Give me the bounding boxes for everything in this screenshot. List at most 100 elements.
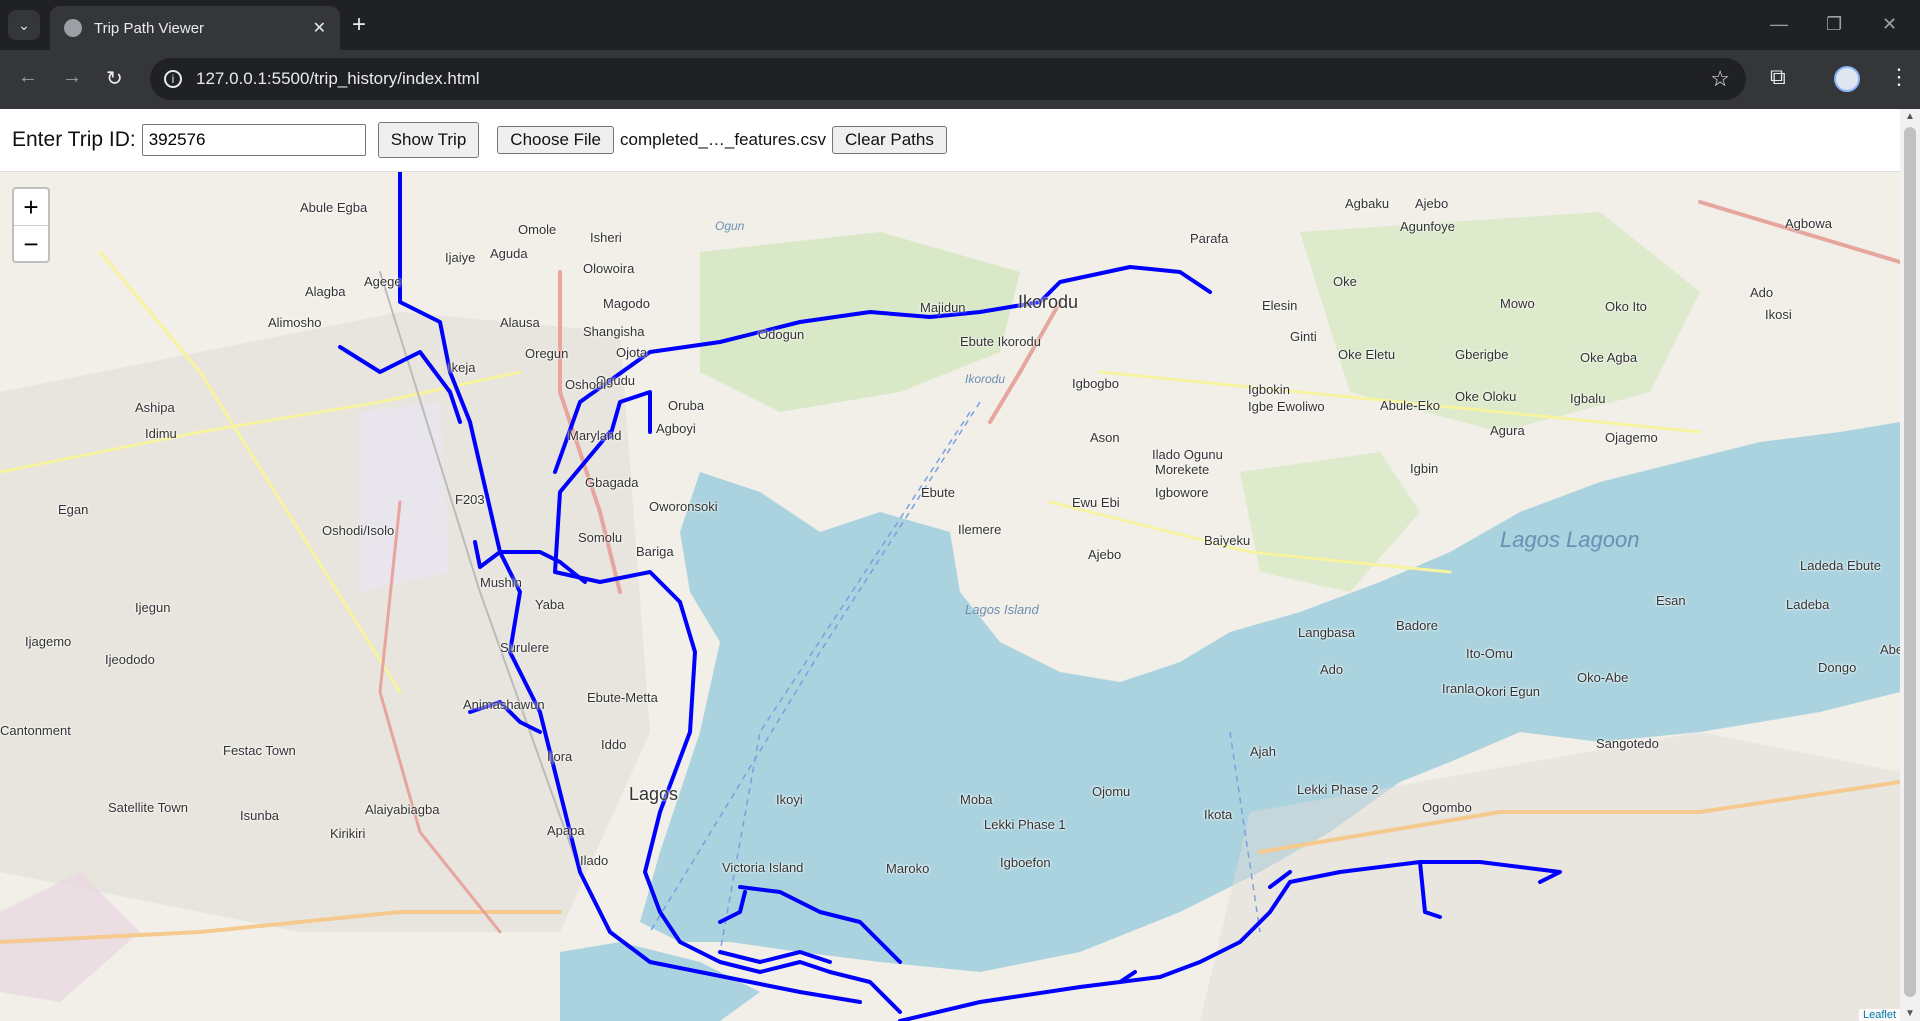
place-label: Lekki Phase 1 xyxy=(984,817,1066,832)
site-info-icon[interactable]: i xyxy=(164,70,182,88)
browser-tab[interactable]: Trip Path Viewer ✕ xyxy=(50,6,340,50)
place-label: Sangotedo xyxy=(1596,736,1659,751)
place-label: Okori Egun xyxy=(1475,684,1541,699)
place-label: Agura xyxy=(1490,423,1525,438)
scroll-down-icon[interactable]: ▼ xyxy=(1905,1008,1915,1019)
place-label: Shangisha xyxy=(583,324,645,339)
back-icon[interactable]: ← xyxy=(18,66,38,89)
url-text[interactable]: 127.0.0.1:5500/trip_history/index.html xyxy=(196,69,1710,89)
urban-area xyxy=(0,312,650,932)
chevron-down-icon: ⌄ xyxy=(18,16,30,33)
place-label: Alaiyabiagba xyxy=(365,802,440,817)
place-label: Cantonment xyxy=(0,723,71,738)
web-page: Enter Trip ID: Show Trip Choose File com… xyxy=(0,109,1920,1021)
zoom-out-button[interactable]: − xyxy=(14,226,48,262)
place-label: Oshodi/Isolo xyxy=(322,523,395,538)
place-label: Ado xyxy=(1750,285,1774,300)
page-scrollbar[interactable]: ▲ ▼ xyxy=(1900,109,1920,1021)
scroll-thumb[interactable] xyxy=(1904,127,1916,997)
place-label: Ewu Ebi xyxy=(1072,495,1120,510)
zoom-in-button[interactable]: + xyxy=(14,189,48,226)
place-label: Agbaku xyxy=(1345,196,1390,211)
place-label: Ikota xyxy=(1204,807,1233,822)
place-label: Maroko xyxy=(886,861,930,876)
place-label: Oke Oloku xyxy=(1455,389,1517,404)
place-label: Igbogbo xyxy=(1072,376,1119,391)
new-tab-button[interactable]: + xyxy=(352,12,366,38)
place-label: Ijagemo xyxy=(25,634,72,649)
trip-controls: Enter Trip ID: Show Trip Choose File com… xyxy=(0,109,1900,172)
place-label: Festac Town xyxy=(223,743,296,758)
place-label: Ason xyxy=(1090,430,1120,445)
place-label: Esan xyxy=(1656,593,1686,608)
place-label: Agboyi xyxy=(656,421,696,436)
place-label: Ijegun xyxy=(135,600,171,615)
place-label: Badore xyxy=(1396,618,1438,633)
browser-toolbar: ← → ↻ i 127.0.0.1:5500/trip_history/inde… xyxy=(0,50,1920,109)
place-label: Elesin xyxy=(1262,298,1298,313)
place-label: Ijaiye xyxy=(445,250,476,265)
place-label: Ilemere xyxy=(958,522,1002,537)
tab-strip: ⌄ Trip Path Viewer ✕ + — ❐ ✕ xyxy=(0,0,1920,50)
trip-id-input[interactable] xyxy=(141,124,366,156)
place-label: Oregun xyxy=(525,346,569,361)
place-label: Ikorodu xyxy=(1018,292,1079,312)
place-label: Ladeda Ebute xyxy=(1800,558,1881,573)
place-label: Dongo xyxy=(1818,660,1857,675)
place-label: Isunba xyxy=(240,808,280,823)
close-icon[interactable]: ✕ xyxy=(313,18,326,38)
address-bar[interactable]: i 127.0.0.1:5500/trip_history/index.html… xyxy=(150,58,1746,100)
place-label: Lekki Phase 2 xyxy=(1297,782,1379,797)
place-label: Langbasa xyxy=(1298,625,1356,640)
minimize-icon[interactable]: — xyxy=(1770,14,1788,35)
place-label: Apapa xyxy=(547,823,585,838)
place-label: Abule-Eko xyxy=(1380,398,1440,413)
place-label: Ojota xyxy=(616,345,648,360)
place-label: Oshodi xyxy=(565,377,607,392)
scroll-up-icon[interactable]: ▲ xyxy=(1905,111,1915,122)
place-label: Oke Agba xyxy=(1580,350,1638,365)
clear-paths-button[interactable]: Clear Paths xyxy=(832,126,947,154)
reload-icon[interactable]: ↻ xyxy=(106,66,123,91)
place-label: Abule Egba xyxy=(300,200,368,215)
place-label: Lagos xyxy=(629,784,679,804)
place-label: Idimu xyxy=(145,426,177,441)
menu-kebab-icon[interactable]: ⋮ xyxy=(1888,64,1910,90)
place-label: Kirikiri xyxy=(330,826,366,841)
place-label: Moba xyxy=(960,792,993,807)
place-label: Ladeba xyxy=(1786,597,1830,612)
place-label: Yaba xyxy=(535,597,565,612)
map-attribution[interactable]: Leaflet xyxy=(1858,1009,1900,1021)
place-label: Iranla xyxy=(1442,681,1475,696)
place-label: Egan xyxy=(58,502,89,517)
place-label: Oke xyxy=(1333,274,1357,289)
place-label: Ajah xyxy=(1250,744,1277,759)
show-trip-button[interactable]: Show Trip xyxy=(377,122,480,158)
bookmark-star-icon[interactable]: ☆ xyxy=(1710,66,1730,92)
window-close-icon[interactable]: ✕ xyxy=(1882,14,1897,35)
place-label: Alausa xyxy=(500,315,540,330)
place-label: Ogombo xyxy=(1422,800,1472,815)
extensions-icon[interactable]: ⧉ xyxy=(1770,64,1786,90)
choose-file-button[interactable]: Choose File xyxy=(497,126,615,154)
place-label: Animashawun xyxy=(463,697,545,712)
place-label: Igbalu xyxy=(1570,391,1606,406)
place-label: Ebute Ikorodu xyxy=(960,334,1041,349)
forward-icon[interactable]: → xyxy=(62,66,82,89)
water-label: Ikorodu xyxy=(965,372,1006,386)
profile-avatar[interactable] xyxy=(1834,66,1860,92)
place-label: Gberigbe xyxy=(1455,347,1509,362)
place-label: Ajebo xyxy=(1415,196,1449,211)
place-label: Satellite Town xyxy=(108,800,188,815)
place-label: F203 xyxy=(455,492,485,507)
tab-search-button[interactable]: ⌄ xyxy=(8,10,40,40)
place-label: Gbagada xyxy=(585,475,639,490)
restore-icon[interactable]: ❐ xyxy=(1826,14,1842,35)
place-label: Ijora xyxy=(547,749,573,764)
place-label: Agbowa xyxy=(1785,216,1832,231)
place-label: Bariga xyxy=(636,544,674,559)
place-label: Baiyeku xyxy=(1204,533,1251,548)
map-view[interactable]: Abule Egba Omole Isheri Ijaiye Aguda Olowoira… xyxy=(0,172,1900,1021)
selected-file-name: completed_…_features.csv xyxy=(620,130,827,149)
place-label: Ikoyi xyxy=(776,792,803,807)
